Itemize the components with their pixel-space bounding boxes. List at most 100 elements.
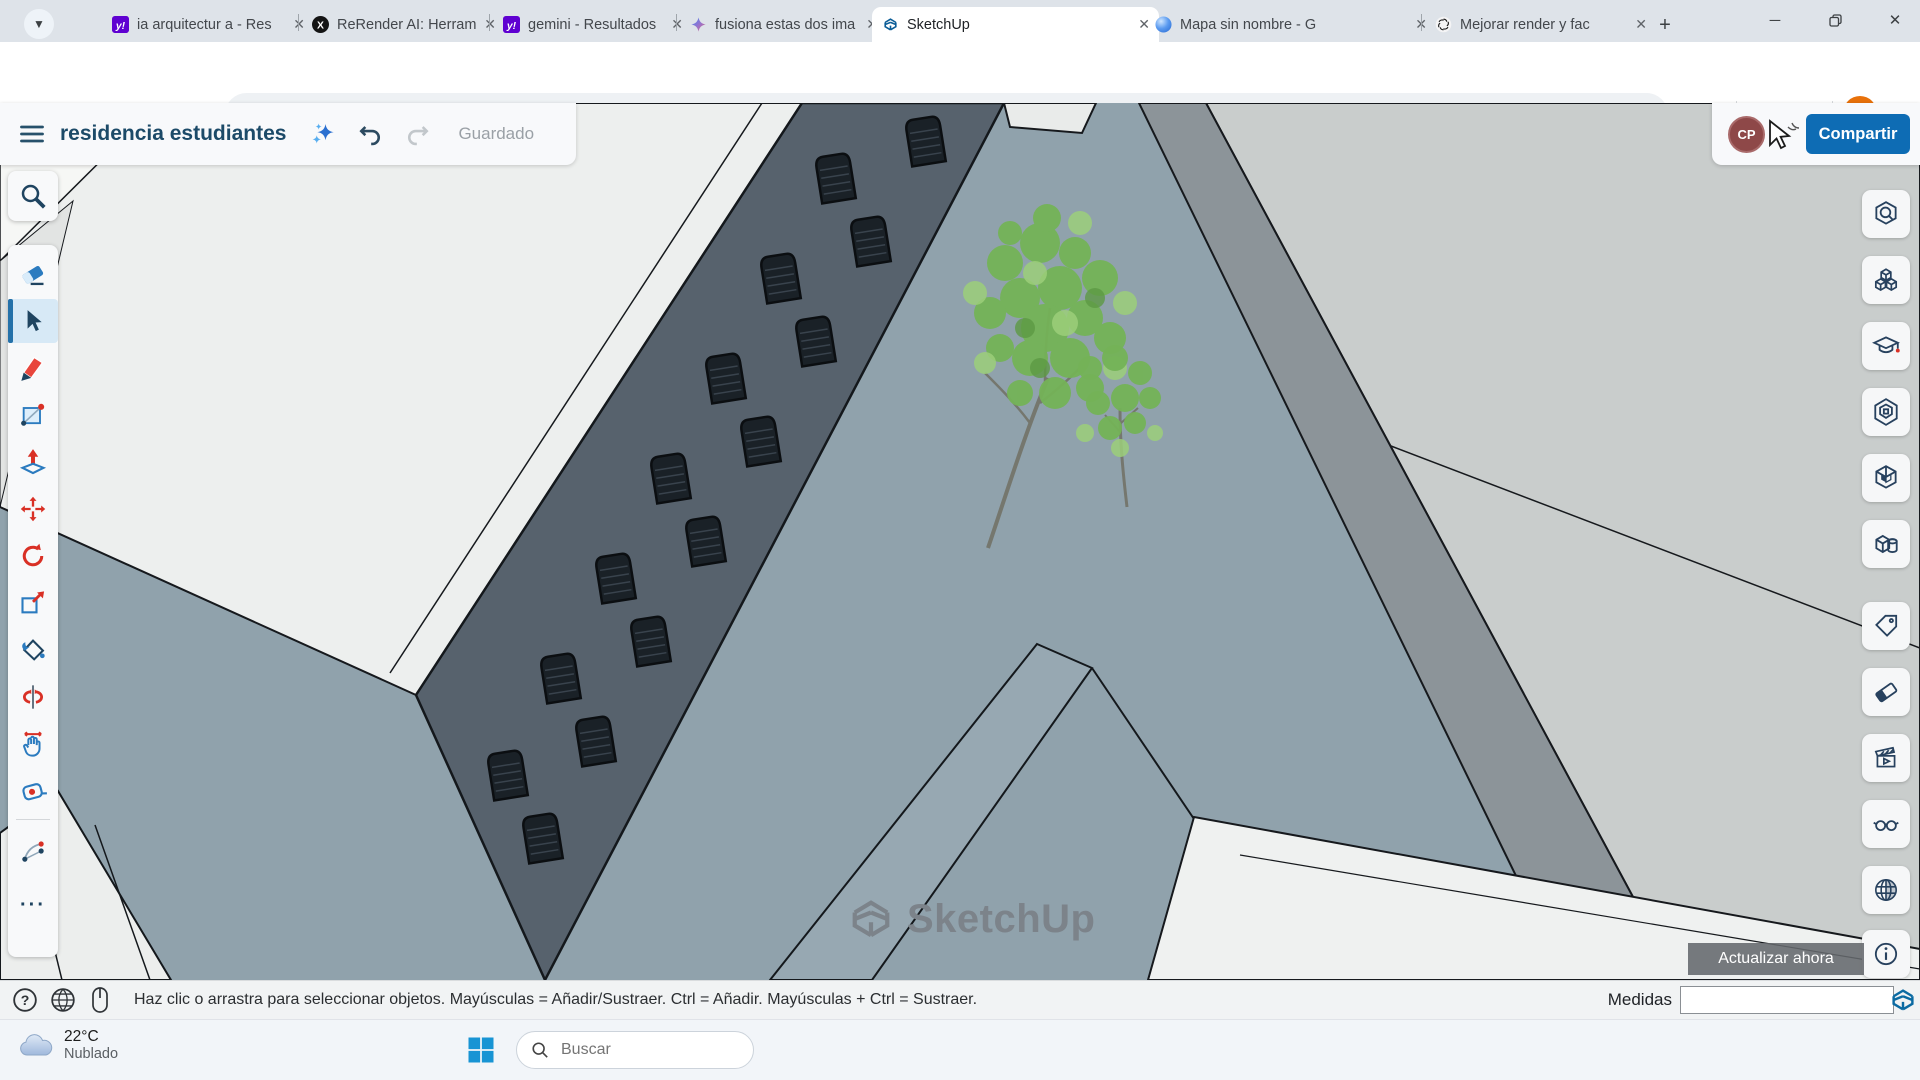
tab-sketchup-active[interactable]: SketchUp ✕ bbox=[872, 7, 1159, 42]
panel-display[interactable] bbox=[1862, 800, 1910, 848]
panel-components[interactable] bbox=[1862, 256, 1910, 304]
globe-grid-icon bbox=[1871, 875, 1901, 905]
model-title[interactable]: residencia estudiantes bbox=[60, 122, 286, 146]
panel-scenes[interactable] bbox=[1862, 734, 1910, 782]
measurements-input[interactable] bbox=[1680, 986, 1894, 1014]
tool-rectangle[interactable] bbox=[11, 393, 55, 437]
tape-measure-icon bbox=[19, 777, 47, 805]
tool-pan[interactable] bbox=[11, 722, 55, 766]
browser-tab-strip: ▼ y! ia arquitectur a - Res ✕ X ReRender… bbox=[0, 0, 1920, 42]
pan-hand-icon bbox=[19, 730, 47, 758]
sketchup-icon bbox=[882, 16, 899, 33]
panel-entity-info[interactable] bbox=[1862, 930, 1910, 978]
taskbar-search[interactable] bbox=[516, 1031, 754, 1069]
model-viewport[interactable]: SketchUp bbox=[0, 103, 1920, 980]
panel-materials[interactable] bbox=[1862, 454, 1910, 502]
instructor-icon bbox=[1871, 331, 1901, 361]
left-toolbar: ··· bbox=[8, 245, 58, 957]
tool-arc[interactable] bbox=[11, 829, 55, 873]
panel-instructor[interactable] bbox=[1862, 322, 1910, 370]
tab-gemini[interactable]: y! gemini - Resultados ✕ bbox=[493, 7, 692, 42]
tool-eraser[interactable] bbox=[11, 252, 55, 296]
yahoo-icon: y! bbox=[503, 16, 520, 33]
more-tools-button[interactable]: ··· bbox=[11, 883, 55, 927]
rectangle-icon bbox=[19, 401, 47, 429]
weather-condition: Nublado bbox=[64, 1046, 118, 1062]
tab-separator bbox=[489, 14, 490, 31]
browser-address-bar: ← → ↻ ⌂ app.sketchup.com/app G文 ☆ C ⋮ bbox=[0, 42, 1920, 103]
tool-flip[interactable] bbox=[11, 675, 55, 719]
panel-soften-edges[interactable] bbox=[1862, 388, 1910, 436]
new-tab-button[interactable]: + bbox=[1650, 10, 1680, 40]
weather-widget[interactable]: 22°C Nublado bbox=[18, 1028, 118, 1062]
redo-icon[interactable] bbox=[404, 120, 432, 148]
soften-edges-icon bbox=[1871, 397, 1901, 427]
save-status: Guardado bbox=[458, 124, 534, 144]
language-globe-icon[interactable] bbox=[50, 987, 76, 1013]
tab-mejorar-render[interactable]: Mejorar render y fac ✕ bbox=[1425, 7, 1656, 42]
tab-mapa[interactable]: Mapa sin nombre - G ✕ bbox=[1145, 7, 1436, 42]
user-avatar[interactable]: CP bbox=[1728, 116, 1765, 153]
gemini-icon bbox=[690, 16, 707, 33]
tab-ia-arquitectura[interactable]: y! ia arquitectur a - Res ✕ bbox=[102, 7, 314, 42]
share-button[interactable]: Compartir bbox=[1806, 114, 1910, 154]
ai-sparkle-icon[interactable] bbox=[308, 119, 338, 149]
window-minimize-button[interactable]: ─ bbox=[1752, 0, 1798, 40]
window-close-button[interactable]: ✕ bbox=[1872, 0, 1918, 40]
undo-icon[interactable] bbox=[356, 120, 384, 148]
tool-push-pull[interactable] bbox=[11, 440, 55, 484]
panel-solid-tools[interactable] bbox=[1862, 520, 1910, 568]
panel-styles[interactable] bbox=[1862, 668, 1910, 716]
window-maximize-button[interactable] bbox=[1812, 0, 1858, 40]
select-arrow-icon bbox=[20, 308, 46, 334]
panel-geolocation[interactable] bbox=[1862, 866, 1910, 914]
weather-temp: 22°C bbox=[64, 1028, 118, 1046]
solid-tools-icon bbox=[1871, 529, 1901, 559]
search-icon bbox=[531, 1041, 549, 1059]
glasses-icon bbox=[1871, 809, 1901, 839]
styles-icon bbox=[1871, 677, 1901, 707]
tool-rotate[interactable] bbox=[11, 534, 55, 578]
yahoo-icon: y! bbox=[112, 16, 129, 33]
measurements-label: Medidas bbox=[1608, 990, 1672, 1010]
tool-scale[interactable] bbox=[11, 581, 55, 625]
taskbar-search-input[interactable] bbox=[559, 1040, 723, 1060]
tab-title: gemini - Resultados bbox=[528, 17, 663, 33]
model-scene bbox=[0, 103, 1920, 980]
svg-text:y!: y! bbox=[506, 21, 517, 32]
tab-title: ia arquitectur a - Res bbox=[137, 17, 285, 33]
tab-title: Mejorar render y fac bbox=[1460, 17, 1627, 33]
panel-tags[interactable] bbox=[1862, 602, 1910, 650]
search-model-icon bbox=[1871, 199, 1901, 229]
tool-paint-bucket[interactable] bbox=[11, 628, 55, 672]
components-icon bbox=[1871, 265, 1901, 295]
tab-title: ReRender AI: Herram bbox=[337, 17, 476, 33]
rotate-icon bbox=[19, 542, 47, 570]
tab-close-icon[interactable]: ✕ bbox=[1635, 16, 1647, 33]
info-icon bbox=[1871, 939, 1901, 969]
help-icon[interactable]: ? bbox=[12, 987, 38, 1013]
tool-move[interactable] bbox=[11, 487, 55, 531]
sketchup-top-bar-left: residencia estudiantes Guardado bbox=[0, 103, 576, 165]
tab-fusiona[interactable]: fusiona estas dos ima ✕ bbox=[680, 7, 887, 42]
main-menu-icon[interactable] bbox=[18, 120, 46, 148]
tab-title: fusiona estas dos ima bbox=[715, 17, 858, 33]
tab-search-chevron-icon[interactable]: ▼ bbox=[24, 9, 54, 39]
tab-rerender[interactable]: X ReRender AI: Herram ✕ bbox=[302, 7, 505, 42]
sketchup-top-bar-right: CP Compartir bbox=[1712, 103, 1920, 165]
screen: ▼ y! ia arquitectur a - Res ✕ X ReRender… bbox=[0, 0, 1920, 1080]
tool-tape-measure[interactable] bbox=[11, 769, 55, 813]
tab-title: Mapa sin nombre - G bbox=[1180, 17, 1407, 33]
tool-zoom[interactable] bbox=[8, 171, 58, 221]
update-now-button[interactable]: Actualizar ahora bbox=[1688, 943, 1864, 975]
mouse-icon[interactable] bbox=[88, 986, 112, 1014]
mymaps-icon bbox=[1155, 16, 1172, 33]
panel-search-model[interactable] bbox=[1862, 190, 1910, 238]
sketchup-status-bar: ? Haz clic o arrastra para seleccionar o… bbox=[0, 980, 1920, 1019]
tool-select[interactable] bbox=[8, 299, 58, 343]
watermark-text: SketchUp bbox=[907, 897, 1096, 942]
tool-line[interactable] bbox=[11, 346, 55, 390]
start-button[interactable] bbox=[466, 1035, 496, 1065]
restore-icon bbox=[1829, 14, 1842, 27]
zoom-icon bbox=[18, 181, 48, 211]
